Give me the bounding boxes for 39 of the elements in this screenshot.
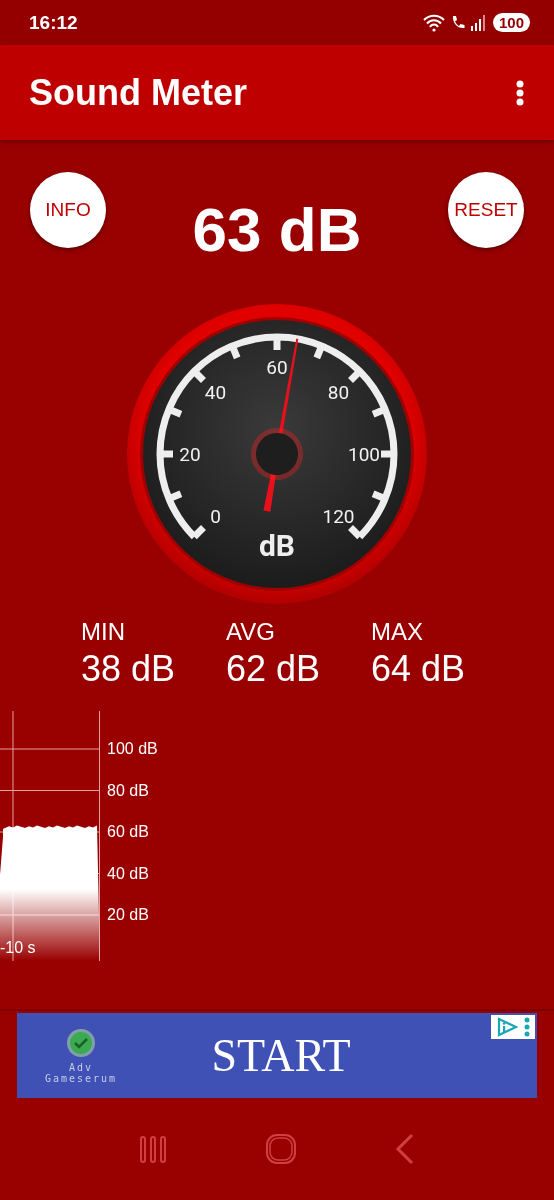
time-axis-label: -10 s bbox=[0, 939, 36, 957]
wifi-icon bbox=[421, 13, 446, 32]
scale-label: 100 bbox=[348, 443, 380, 466]
more-options-icon[interactable] bbox=[516, 79, 524, 106]
ad-brand-text: Gameserum bbox=[44, 1072, 118, 1084]
scale-label: 120 bbox=[322, 504, 355, 528]
ad-banner[interactable]: Adv Gameserum START bbox=[17, 1013, 537, 1098]
axis-label: 40 dB bbox=[107, 863, 150, 884]
scale-label: 40 bbox=[204, 381, 227, 405]
check-badge-icon bbox=[66, 1027, 96, 1058]
stat-label: MIN bbox=[81, 618, 126, 646]
axis-label: 80 dB bbox=[107, 780, 150, 801]
scale-label: 80 bbox=[327, 381, 350, 405]
clock-time: 16:12 bbox=[29, 11, 79, 34]
app-title: Sound Meter bbox=[29, 71, 248, 114]
ad-choices-icon[interactable] bbox=[496, 1017, 518, 1037]
axis-label: 20 dB bbox=[107, 905, 150, 925]
scale-label: 0 bbox=[210, 504, 221, 528]
scale-label: 60 bbox=[266, 356, 288, 379]
reset-button[interactable]: RESET bbox=[448, 172, 524, 248]
more-options-icon[interactable] bbox=[524, 1017, 530, 1037]
recent-apps-icon[interactable] bbox=[138, 1134, 169, 1164]
battery-level: 100 bbox=[492, 13, 530, 32]
axis-label: 100 dB bbox=[107, 739, 158, 759]
unit-label: dB bbox=[259, 528, 295, 563]
stat-label: MAX bbox=[371, 618, 424, 646]
stat-value: 62 dB bbox=[226, 647, 322, 691]
back-icon[interactable] bbox=[393, 1133, 416, 1165]
signal-icon bbox=[469, 13, 486, 32]
home-icon[interactable] bbox=[265, 1133, 297, 1165]
stat-value: 64 dB bbox=[371, 647, 467, 691]
axis-label: 60 dB bbox=[107, 822, 150, 842]
stat-label: AVG bbox=[226, 618, 276, 646]
ad-brand-text: Adv bbox=[68, 1061, 94, 1073]
ad-headline: START bbox=[210, 1029, 352, 1082]
info-button[interactable]: INFO bbox=[30, 172, 106, 248]
decibel-reading: 63 dB bbox=[192, 194, 362, 265]
stat-value: 38 dB bbox=[81, 647, 177, 691]
scale-label: 20 bbox=[179, 443, 201, 466]
